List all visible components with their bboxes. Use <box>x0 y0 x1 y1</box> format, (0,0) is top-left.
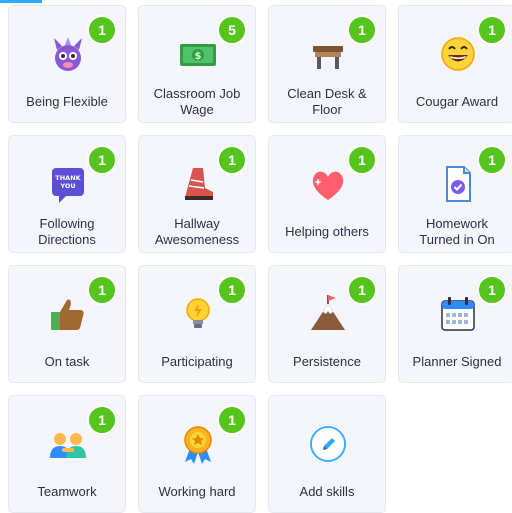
skill-label: Following Directions <box>38 216 96 247</box>
skill-tile-hallway-awesomeness[interactable]: 1 Hallway Awesomeness <box>138 135 256 253</box>
pencil-icon <box>310 426 346 462</box>
skill-label: Working hard <box>158 484 236 499</box>
skill-tile-on-task[interactable]: 1 On task <box>8 265 126 383</box>
count-badge: 1 <box>87 275 117 305</box>
svg-text:YOU: YOU <box>59 182 75 190</box>
skill-tile-being-flexible[interactable]: 1 Being Flexible <box>8 5 126 123</box>
skill-tile-participating[interactable]: 1 Participating <box>138 265 256 383</box>
mountain-flag-icon <box>311 295 345 330</box>
money-icon: $ <box>180 44 216 66</box>
team-icon <box>50 433 86 458</box>
skill-tile-clean-desk-floor[interactable]: 1 Clean Desk & Floor <box>268 5 386 123</box>
desk-icon <box>313 46 343 69</box>
homework-paper-icon <box>446 166 471 202</box>
skill-tile-cougar-award[interactable]: 1 Cougar Award <box>398 5 512 123</box>
count-badge: 1 <box>87 15 117 45</box>
boot-icon <box>185 168 213 200</box>
skills-grid: 1 Being Flexible $ 5 Classroom Job Wage … <box>0 0 512 513</box>
skill-label: Participating <box>161 354 233 369</box>
count-badge: 1 <box>217 145 247 175</box>
count-badge: 5 <box>217 15 247 45</box>
add-skills-label: Add skills <box>299 484 355 499</box>
skill-label: Classroom Job Wage <box>153 86 241 117</box>
count-badge: 1 <box>217 405 247 435</box>
skill-tile-persistence[interactable]: 1 Persistence <box>268 265 386 383</box>
skill-label: Clean Desk & Floor <box>287 86 367 117</box>
skill-label: Helping others <box>285 224 369 239</box>
heart-icon <box>312 171 344 200</box>
skill-tile-planner-signed[interactable]: 1 Planner Signed <box>398 265 512 383</box>
skill-label: Persistence <box>293 354 361 369</box>
skill-tile-classroom-job-wage[interactable]: $ 5 Classroom Job Wage <box>138 5 256 123</box>
count-badge: 1 <box>477 145 507 175</box>
count-badge: 1 <box>347 275 377 305</box>
thank-you-note-icon: THANK YOU <box>52 168 84 203</box>
count-badge: 1 <box>477 275 507 305</box>
skill-tile-working-hard[interactable]: 1 Working hard <box>138 395 256 513</box>
skill-tile-helping-others[interactable]: 1 Helping others <box>268 135 386 253</box>
laughing-face-icon <box>441 37 475 71</box>
count-badge: 1 <box>347 145 377 175</box>
skill-label: Cougar Award <box>415 94 499 109</box>
count-badge: 1 <box>217 275 247 305</box>
skill-label: On task <box>44 354 90 369</box>
monster-icon <box>54 37 82 71</box>
svg-text:$: $ <box>195 51 202 62</box>
calendar-icon <box>441 297 475 331</box>
ribbon-medal-icon <box>184 426 212 464</box>
svg-text:THANK: THANK <box>55 174 81 182</box>
skill-label: Teamwork <box>37 484 97 499</box>
skill-tile-homework-turned-in[interactable]: 1 Homework Turned in On <box>398 135 512 253</box>
skill-tile-following-directions[interactable]: THANK YOU 1 Following Directions <box>8 135 126 253</box>
count-badge: 1 <box>87 405 117 435</box>
lightbulb-icon <box>186 298 210 328</box>
count-badge: 1 <box>87 145 117 175</box>
count-badge: 1 <box>347 15 377 45</box>
skill-label: Planner Signed <box>412 354 502 369</box>
thumbs-up-icon <box>51 299 84 330</box>
skill-label: Homework Turned in On <box>419 216 495 247</box>
skill-label: Hallway Awesomeness <box>154 216 240 247</box>
skill-label: Being Flexible <box>26 94 108 109</box>
count-badge: 1 <box>477 15 507 45</box>
add-skills-button[interactable]: Add skills <box>268 395 386 513</box>
skill-tile-teamwork[interactable]: 1 Teamwork <box>8 395 126 513</box>
